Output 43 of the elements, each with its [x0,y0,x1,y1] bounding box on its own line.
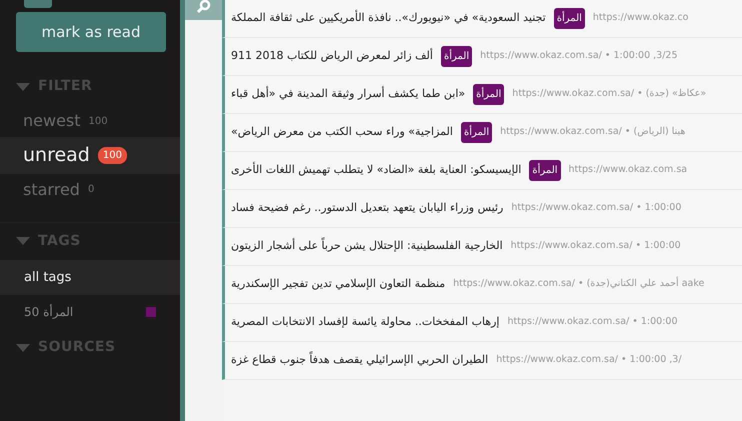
article-title: ألف زائر لمعرض الرياض للكتاب 2018 911 [231,48,433,64]
article-meta: https://www.okaz.co [592,11,688,26]
tag-label: المرأة [529,160,561,181]
article-row[interactable]: «ابن طما يكشف أسرار وثيقة المدينة في «أهل قباء المرأة https://www.okaz.com.sa/ • عكاظ» (جدة)» [222,76,742,114]
article-title: «ابن طما يكشف أسرار وثيقة المدينة في «أهل قباء [231,86,466,102]
article-row[interactable]: منظمة التعاون الإسلامي تدين تفجير الإسكندرية https://www.okaz.com.sa/ • أحمد علي الكتاني(جدة) aake [222,266,742,304]
collapse-triangle-icon[interactable] [16,344,30,352]
tag-label: المرأة [473,84,504,105]
count-label: 0 [88,183,94,197]
article-title: منظمة التعاون الإسلامي تدين تفجير الإسكندرية [231,276,446,292]
article-meta: https://www.okaz.com.sa [568,163,688,178]
count-badge: 100 [98,146,127,164]
collapse-triangle-icon[interactable] [16,82,30,90]
article-meta: https://www.okaz.com.sa/ • هينا (الرياض) [500,125,686,140]
article-meta: https://www.okaz.com.sa/ • أحمد علي الكتاني(جدة) aake [453,277,704,292]
tag-label: المرأة [460,122,492,143]
article-meta: https://www.okaz.com.sa/ • 1:00:00 [510,239,681,254]
article-meta: https://www.okaz.com.sa/ • 1:00:00 ,3/25 [480,49,678,64]
tag-label: all tags [24,268,72,286]
filter-item[interactable]: unread 100 [0,137,180,174]
article-title: الخارجية الفلسطينية: الإحتلال يشن حرباً على أشجار الزيتون [231,238,503,254]
tag-label: 50 المرأة [24,303,74,321]
article-title: المزاجية» وراء سحب الكتب من معرض الرياض» [231,124,453,140]
tag-item[interactable]: 50 المرأة [0,295,180,329]
article-meta: https://www.okaz.com.sa/ • عكاظ» (جدة)» [512,87,706,102]
mark-as-read-button[interactable]: mark as read [16,12,166,52]
article-meta: https://www.okaz.com.sa/ • 1:00:00 [507,315,678,330]
tag-label: المرأة [554,8,585,29]
article-title: رئيس وزراء اليابان يتعهد بتعديل الدستور.. رغم فضيحة فساد [231,200,504,216]
search-button[interactable] [185,0,222,20]
article-title: إرهاب المفخخات.. محاولة يائسة لإفساد الانتخابات المصرية [231,314,500,330]
collapse-triangle-icon[interactable] [16,237,30,245]
search-icon [196,0,210,14]
article-meta: https://www.okaz.com.sa/ • 1:00:00 [511,201,682,216]
article-row[interactable]: المزاجية» وراء سحب الكتب من معرض الرياض» المرأة https://www.okaz.com.sa/ • هينا (الرياض) [222,114,742,152]
article-meta: https://www.okaz.com.sa/ • 1:00:00 ,3/ [496,353,682,368]
logo-icon [24,0,52,8]
tag-label: المرأة [440,46,472,67]
count-label: 100 [88,114,108,128]
article-title: تجنيد السعودية» في «نيويورك».. نافذة الأمريكيين على ثقافة المملكة [231,10,546,26]
article-title: الطيران الحربي الإسرائيلي يقصف هدفاً جنوب قطاع غزة [231,352,488,368]
tag-item[interactable]: all tags [0,260,180,295]
article-title: الإيسيسكو: العناية بلغة «الضاد» لا يتطلب تهميش اللغات الأخرى [231,162,522,178]
